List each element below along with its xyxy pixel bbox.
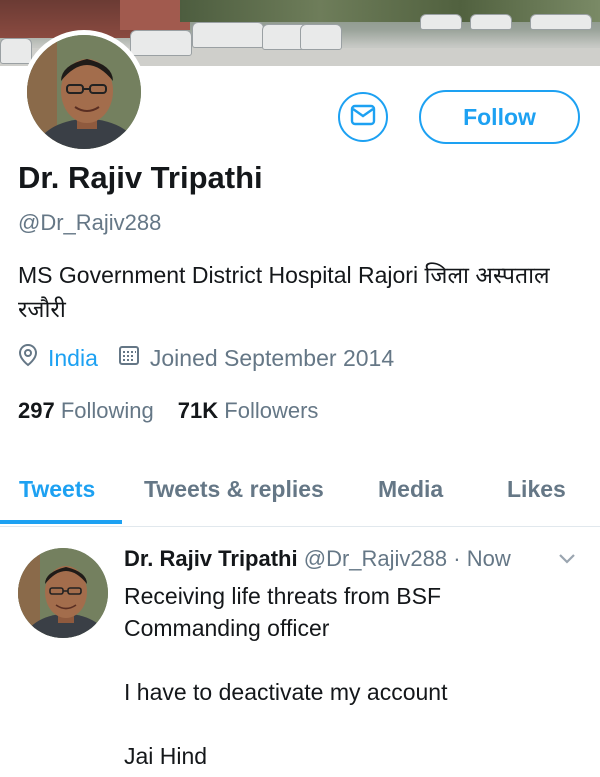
banner-car	[192, 22, 264, 48]
tweet-timestamp[interactable]: Now	[467, 546, 511, 571]
tweet-line: Jai Hind	[124, 743, 208, 769]
envelope-icon	[350, 104, 376, 131]
banner-car	[300, 24, 342, 50]
profile-handle: @Dr_Rajiv288	[18, 210, 162, 235]
banner-car	[420, 14, 462, 30]
followers-count: 71K	[177, 398, 219, 423]
avatar-photo	[27, 35, 141, 149]
banner-car	[530, 14, 592, 30]
profile-bio: MS Government District Hospital Rajori ज…	[18, 262, 550, 322]
profile-avatar[interactable]	[22, 30, 146, 154]
tab-likes[interactable]: Likes	[507, 476, 566, 503]
follow-button[interactable]: Follow	[419, 90, 580, 144]
following-label: Following	[60, 398, 154, 423]
tweet-line: Commanding officer	[124, 615, 330, 641]
tab-media[interactable]: Media	[378, 476, 443, 503]
chevron-down-icon[interactable]	[558, 552, 576, 570]
tweet-separator: ·	[453, 546, 461, 571]
banner-car	[470, 14, 512, 30]
tweet-line: Receiving life threats from BSF	[124, 583, 442, 609]
profile-stats: 297 Following 71K Followers	[18, 398, 318, 424]
followers-stat[interactable]: 71K Followers	[178, 398, 319, 423]
message-button[interactable]	[338, 92, 388, 142]
active-tab-indicator	[0, 520, 122, 524]
profile-tabs: Tweets Tweets & replies Media Likes	[0, 462, 600, 527]
tweet-text: Receiving life threats from BSF Commandi…	[124, 580, 574, 772]
profile-location[interactable]: India	[48, 345, 98, 372]
map-pin-icon	[18, 343, 38, 373]
banner-car	[130, 30, 192, 56]
followers-label: Followers	[224, 398, 319, 423]
profile-meta: India Joined September 2014	[18, 343, 394, 373]
following-stat[interactable]: 297 Following	[18, 398, 154, 423]
tweet-author-name[interactable]: Dr. Rajiv Tripathi	[124, 546, 298, 571]
tweet-line: I have to deactivate my account	[124, 679, 448, 705]
tweet-header: Dr. Rajiv Tripathi @Dr_Rajiv288 · Now	[124, 546, 511, 572]
profile-name: Dr. Rajiv Tripathi	[18, 160, 263, 195]
profile-joined-date: Joined September 2014	[149, 344, 395, 371]
tab-tweets-replies[interactable]: Tweets & replies	[144, 476, 324, 503]
following-count: 297	[18, 398, 55, 423]
banner-car	[0, 38, 32, 64]
tweet-author-avatar[interactable]	[18, 548, 108, 638]
calendar-icon	[118, 344, 140, 372]
tab-tweets[interactable]: Tweets	[19, 476, 95, 503]
tweet-author-handle[interactable]: @Dr_Rajiv288	[304, 546, 447, 571]
avatar-photo	[18, 548, 108, 638]
